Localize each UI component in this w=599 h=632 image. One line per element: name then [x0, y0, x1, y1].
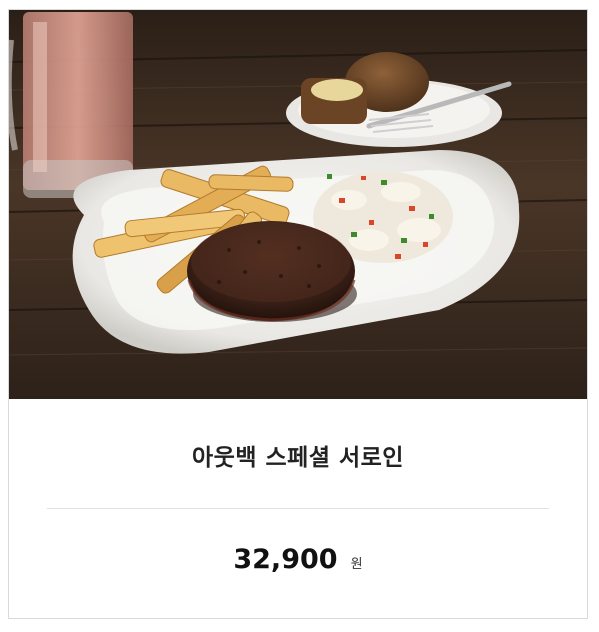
divider [47, 508, 549, 509]
product-image[interactable] [9, 10, 587, 399]
product-title: 아웃백 스페셜 서로인 [192, 445, 404, 471]
price-unit: 원 [350, 557, 363, 572]
product-card[interactable]: 아웃백 스페셜 서로인 32,900 원 [8, 9, 588, 619]
price-row: 32,900 원 [9, 544, 587, 575]
product-price: 32,900 [233, 544, 338, 575]
